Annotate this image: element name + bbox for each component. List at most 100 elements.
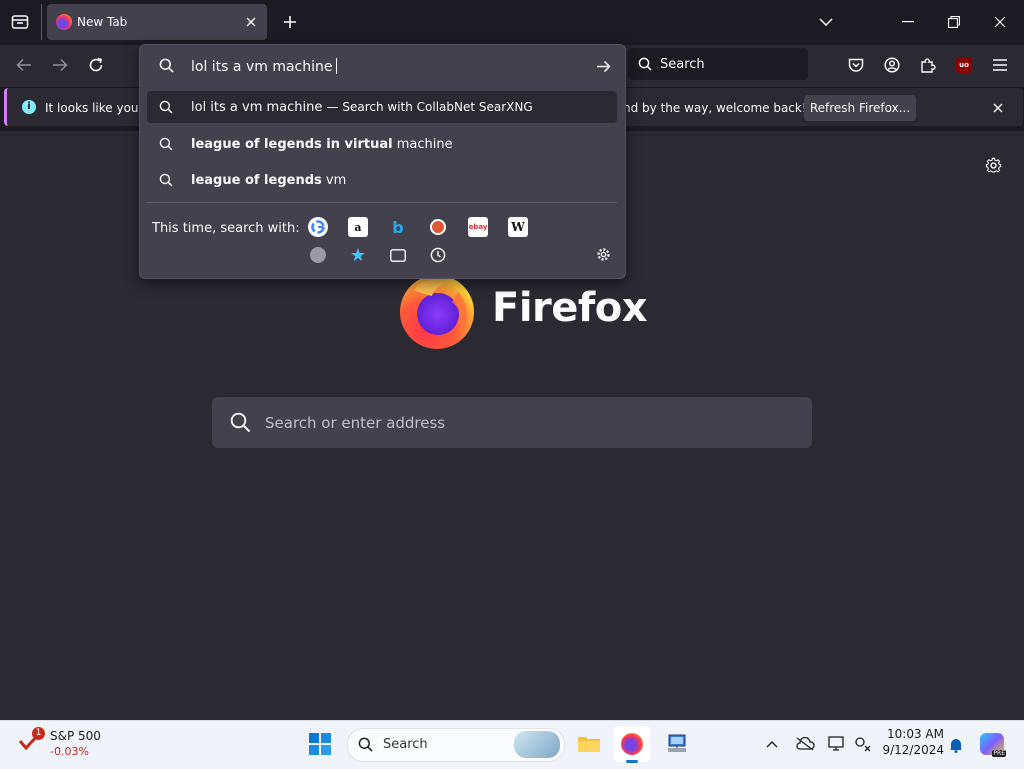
minimize-button[interactable] — [898, 12, 918, 32]
suggestion-text: lol its a vm machine — Search with Colla… — [191, 100, 533, 115]
restore-button[interactable] — [944, 12, 964, 32]
arrow-right-icon — [53, 58, 68, 72]
suggestion-text: league of legends in virtual machine — [191, 137, 453, 152]
suggestion-row[interactable]: lol its a vm machine — Search with Colla… — [147, 91, 617, 123]
back-button[interactable] — [12, 54, 36, 76]
suggestion-row[interactable]: league of legends vm — [147, 164, 617, 196]
tab-divider — [41, 4, 42, 40]
firefox-logo-icon — [400, 275, 474, 349]
ublock-extension-button[interactable]: uo — [954, 55, 974, 75]
show-hidden-icons-button[interactable] — [764, 736, 780, 752]
clock[interactable]: 10:03 AM 9/12/2024 — [878, 727, 944, 761]
chevron-up-icon — [766, 740, 778, 747]
minimize-icon — [902, 21, 914, 23]
urlbar-input[interactable]: lol its a vm machine — [191, 58, 338, 75]
start-button[interactable] — [306, 730, 334, 758]
firefox-view-button[interactable] — [8, 11, 32, 33]
newtab-search-placeholder: Search or enter address — [265, 414, 446, 432]
hamburger-menu-icon — [993, 59, 1007, 71]
puzzle-icon — [921, 58, 936, 73]
toolbar-search-placeholder: Search — [660, 57, 705, 72]
search-icon — [159, 137, 173, 151]
search-icon — [159, 173, 173, 187]
suggestion-bold: league of legends — [191, 173, 322, 188]
close-window-button[interactable] — [990, 12, 1010, 32]
tab-new-tab[interactable]: New Tab — [47, 4, 267, 40]
close-tab-button[interactable] — [243, 14, 259, 30]
suggestion-normal: machine — [392, 137, 453, 152]
pocket-button[interactable] — [844, 53, 868, 77]
search-settings-button[interactable] — [593, 244, 613, 264]
reload-button[interactable] — [84, 54, 108, 76]
cloud-off-icon — [796, 737, 815, 751]
refresh-firefox-button[interactable]: Refresh Firefox... — [804, 95, 916, 121]
search-with-label: This time, search with: — [152, 221, 300, 236]
searxng-icon[interactable] — [308, 245, 328, 265]
copilot-icon: PRE — [980, 733, 1006, 757]
file-explorer-button[interactable] — [574, 730, 604, 758]
firefox-view-icon — [11, 15, 29, 29]
text-caret — [336, 58, 338, 74]
notifications-button[interactable] — [946, 735, 966, 755]
close-notification-button[interactable] — [990, 100, 1006, 116]
suggestion-text: league of legends vm — [191, 173, 346, 188]
urlbar-typed-text: lol its a vm machine — [191, 59, 333, 75]
toolbar-search-box[interactable]: Search — [628, 48, 808, 80]
newtab-search-box[interactable]: Search or enter address — [212, 397, 812, 448]
onedrive-button[interactable] — [794, 735, 816, 753]
network-disconnected-icon — [855, 737, 871, 752]
close-icon — [994, 16, 1006, 28]
firefox-taskbar-button[interactable] — [614, 726, 650, 762]
stock-name: S&P 500 — [50, 729, 101, 743]
stock-widget[interactable]: 1 S&P 500 -0.03% — [18, 727, 118, 761]
firefox-logo — [398, 272, 476, 350]
go-button[interactable] — [593, 56, 613, 76]
extensions-button[interactable] — [916, 53, 940, 77]
taskbar-search-label: Search — [383, 737, 428, 752]
suggestion-normal: vm — [321, 173, 347, 188]
bookmarks-icon[interactable]: ★ — [348, 245, 368, 266]
google-icon[interactable] — [308, 217, 328, 237]
computer-network-icon — [668, 734, 686, 752]
amazon-icon[interactable]: a — [348, 217, 368, 237]
urlbar-dropdown: lol its a vm machine lol its a vm machin… — [139, 44, 626, 279]
suggestion-row[interactable]: league of legends in virtual machine — [147, 128, 617, 160]
ebay-icon[interactable]: ebay — [468, 217, 488, 237]
search-icon — [230, 412, 251, 433]
history-icon[interactable] — [428, 245, 448, 265]
tab-title: New Tab — [77, 15, 128, 29]
ublock-icon: uo — [956, 57, 972, 73]
firefox-wordmark: Firefox — [492, 285, 648, 331]
suggestion-normal: lol its a vm machine — [191, 100, 323, 115]
notification-text-right: nd by the way, welcome back! — [623, 101, 807, 115]
stock-change: -0.03% — [50, 745, 89, 758]
account-button[interactable] — [880, 53, 904, 77]
new-tab-button[interactable] — [280, 12, 300, 32]
suggestion-bold: league of legends in virtual — [191, 137, 393, 152]
bell-icon — [950, 739, 962, 753]
display-button[interactable] — [826, 735, 848, 753]
search-icon — [638, 57, 652, 71]
reload-icon — [89, 57, 103, 72]
firefox-icon — [621, 733, 643, 755]
list-all-tabs-button[interactable] — [816, 12, 836, 32]
personalize-button[interactable] — [982, 154, 1004, 176]
search-icon — [358, 737, 373, 752]
network-app-button[interactable] — [662, 729, 692, 759]
forward-button[interactable] — [48, 54, 72, 76]
taskbar-search[interactable]: Search — [347, 728, 565, 762]
search-icon — [159, 58, 174, 73]
bing-icon[interactable]: b — [388, 217, 408, 237]
active-app-indicator — [626, 760, 638, 763]
tab-strip: New Tab — [0, 0, 1024, 45]
clock-time: 10:03 AM — [887, 727, 944, 741]
account-icon — [884, 57, 900, 73]
network-status-button[interactable] — [852, 735, 874, 753]
tabs-icon[interactable] — [388, 245, 408, 265]
close-icon — [993, 103, 1003, 113]
dropdown-separator — [147, 202, 617, 203]
app-menu-button[interactable] — [988, 53, 1012, 77]
copilot-button[interactable]: PRE — [978, 731, 1006, 757]
duckduckgo-icon[interactable] — [428, 217, 448, 237]
wikipedia-icon[interactable]: W — [508, 217, 528, 237]
